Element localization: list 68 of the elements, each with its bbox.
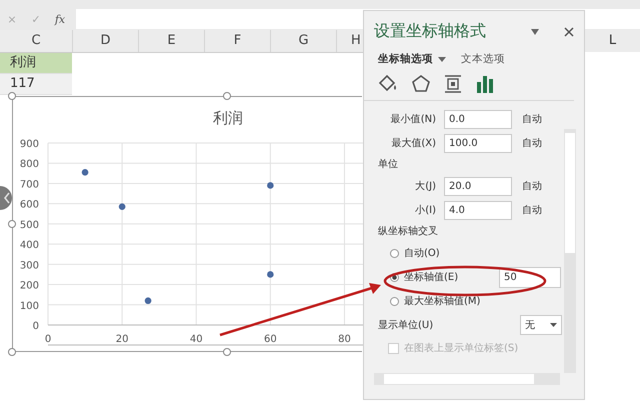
field-label: 最大值(X)	[390, 136, 437, 150]
radio-label[interactable]: 自动(O)	[404, 246, 494, 260]
chart-area[interactable]: 利润 0 100 200 300 400 500 600 700 800 900 0 20 40 60 80	[12, 96, 362, 352]
y-axis-label: 800	[20, 159, 39, 170]
section-heading: 单位	[377, 158, 399, 172]
vertical-scrollbar[interactable]	[564, 129, 576, 373]
data-point[interactable]	[267, 271, 274, 278]
horizontal-scrollbar[interactable]	[374, 373, 560, 385]
y-axis-label: 0	[32, 321, 39, 332]
options-tab[interactable]: 坐标轴选项	[378, 52, 433, 66]
x-axis-label: 20	[116, 334, 128, 345]
size-properties-icon[interactable]	[442, 74, 464, 94]
field-label: 最小值(N)	[390, 112, 437, 126]
dropdown[interactable]: 无	[520, 315, 562, 335]
x-axis-label: 40	[190, 334, 203, 345]
x-axis-label: 0	[44, 334, 52, 345]
radio-label[interactable]: 最大坐标轴值(M)	[404, 294, 494, 308]
reset-link[interactable]: 自动	[522, 136, 542, 150]
y-axis-label: 700	[20, 179, 39, 190]
y-axis-label: 100	[20, 300, 39, 312]
y-axis-label: 200	[20, 280, 39, 292]
reset-link[interactable]: 自动	[522, 203, 542, 217]
y-axis-label: 900	[20, 139, 39, 150]
column-header[interactable]: E	[139, 30, 205, 52]
caret-icon[interactable]	[550, 323, 557, 327]
radio-button[interactable]	[390, 248, 399, 258]
resize-handle[interactable]	[223, 92, 231, 100]
column-header[interactable]: F	[205, 30, 271, 52]
input-field[interactable]: 0.0	[444, 110, 512, 128]
close-icon[interactable]	[564, 26, 574, 36]
data-point[interactable]	[144, 297, 152, 304]
insert-function-button[interactable]: fx	[48, 12, 72, 26]
chart-title: 利润	[213, 109, 243, 127]
data-point[interactable]	[118, 203, 126, 210]
section-heading: 纵坐标轴交叉	[377, 224, 439, 239]
panel-title: 设置坐标轴格式	[374, 21, 487, 42]
resize-handle[interactable]	[8, 92, 16, 100]
y-axis-label: 400	[20, 240, 39, 252]
pentagon-icon[interactable]	[410, 74, 432, 94]
y-axis-label: 300	[20, 260, 39, 272]
data-point[interactable]	[267, 182, 274, 189]
field-label: 大(J)	[414, 180, 437, 193]
column-header[interactable]: G	[271, 30, 337, 52]
y-axis-label: 600	[20, 200, 39, 211]
bar-chart-icon[interactable]	[474, 74, 496, 94]
table-cell: 117	[0, 74, 72, 95]
input-field[interactable]: 4.0	[444, 200, 512, 220]
resize-handle[interactable]	[223, 348, 231, 356]
reset-link[interactable]: 自动	[522, 112, 542, 126]
column-header[interactable]: D	[73, 30, 139, 52]
resize-handle[interactable]	[8, 348, 16, 356]
x-axis-label: 80	[338, 334, 351, 345]
column-header[interactable]: C	[0, 30, 73, 52]
input-field[interactable]: 100.0	[444, 134, 512, 152]
field-label: 显示单位(U)	[378, 318, 434, 332]
data-point[interactable]	[82, 169, 88, 176]
radio-button[interactable]	[390, 296, 399, 306]
caret-icon[interactable]	[438, 56, 446, 62]
options-tab[interactable]: 文本选项	[461, 52, 505, 66]
radio-label[interactable]: 坐标轴值(E)	[404, 270, 494, 284]
field-label: 小(I)	[414, 204, 437, 217]
column-header[interactable]: L	[585, 30, 640, 52]
x-axis-label: 60	[264, 334, 277, 345]
input-field[interactable]: 20.0	[444, 176, 512, 196]
reset-link[interactable]: 自动	[522, 179, 542, 193]
table-cell: 利润	[0, 53, 72, 74]
resize-handle[interactable]	[8, 220, 16, 228]
y-axis-label: 500	[20, 220, 39, 231]
